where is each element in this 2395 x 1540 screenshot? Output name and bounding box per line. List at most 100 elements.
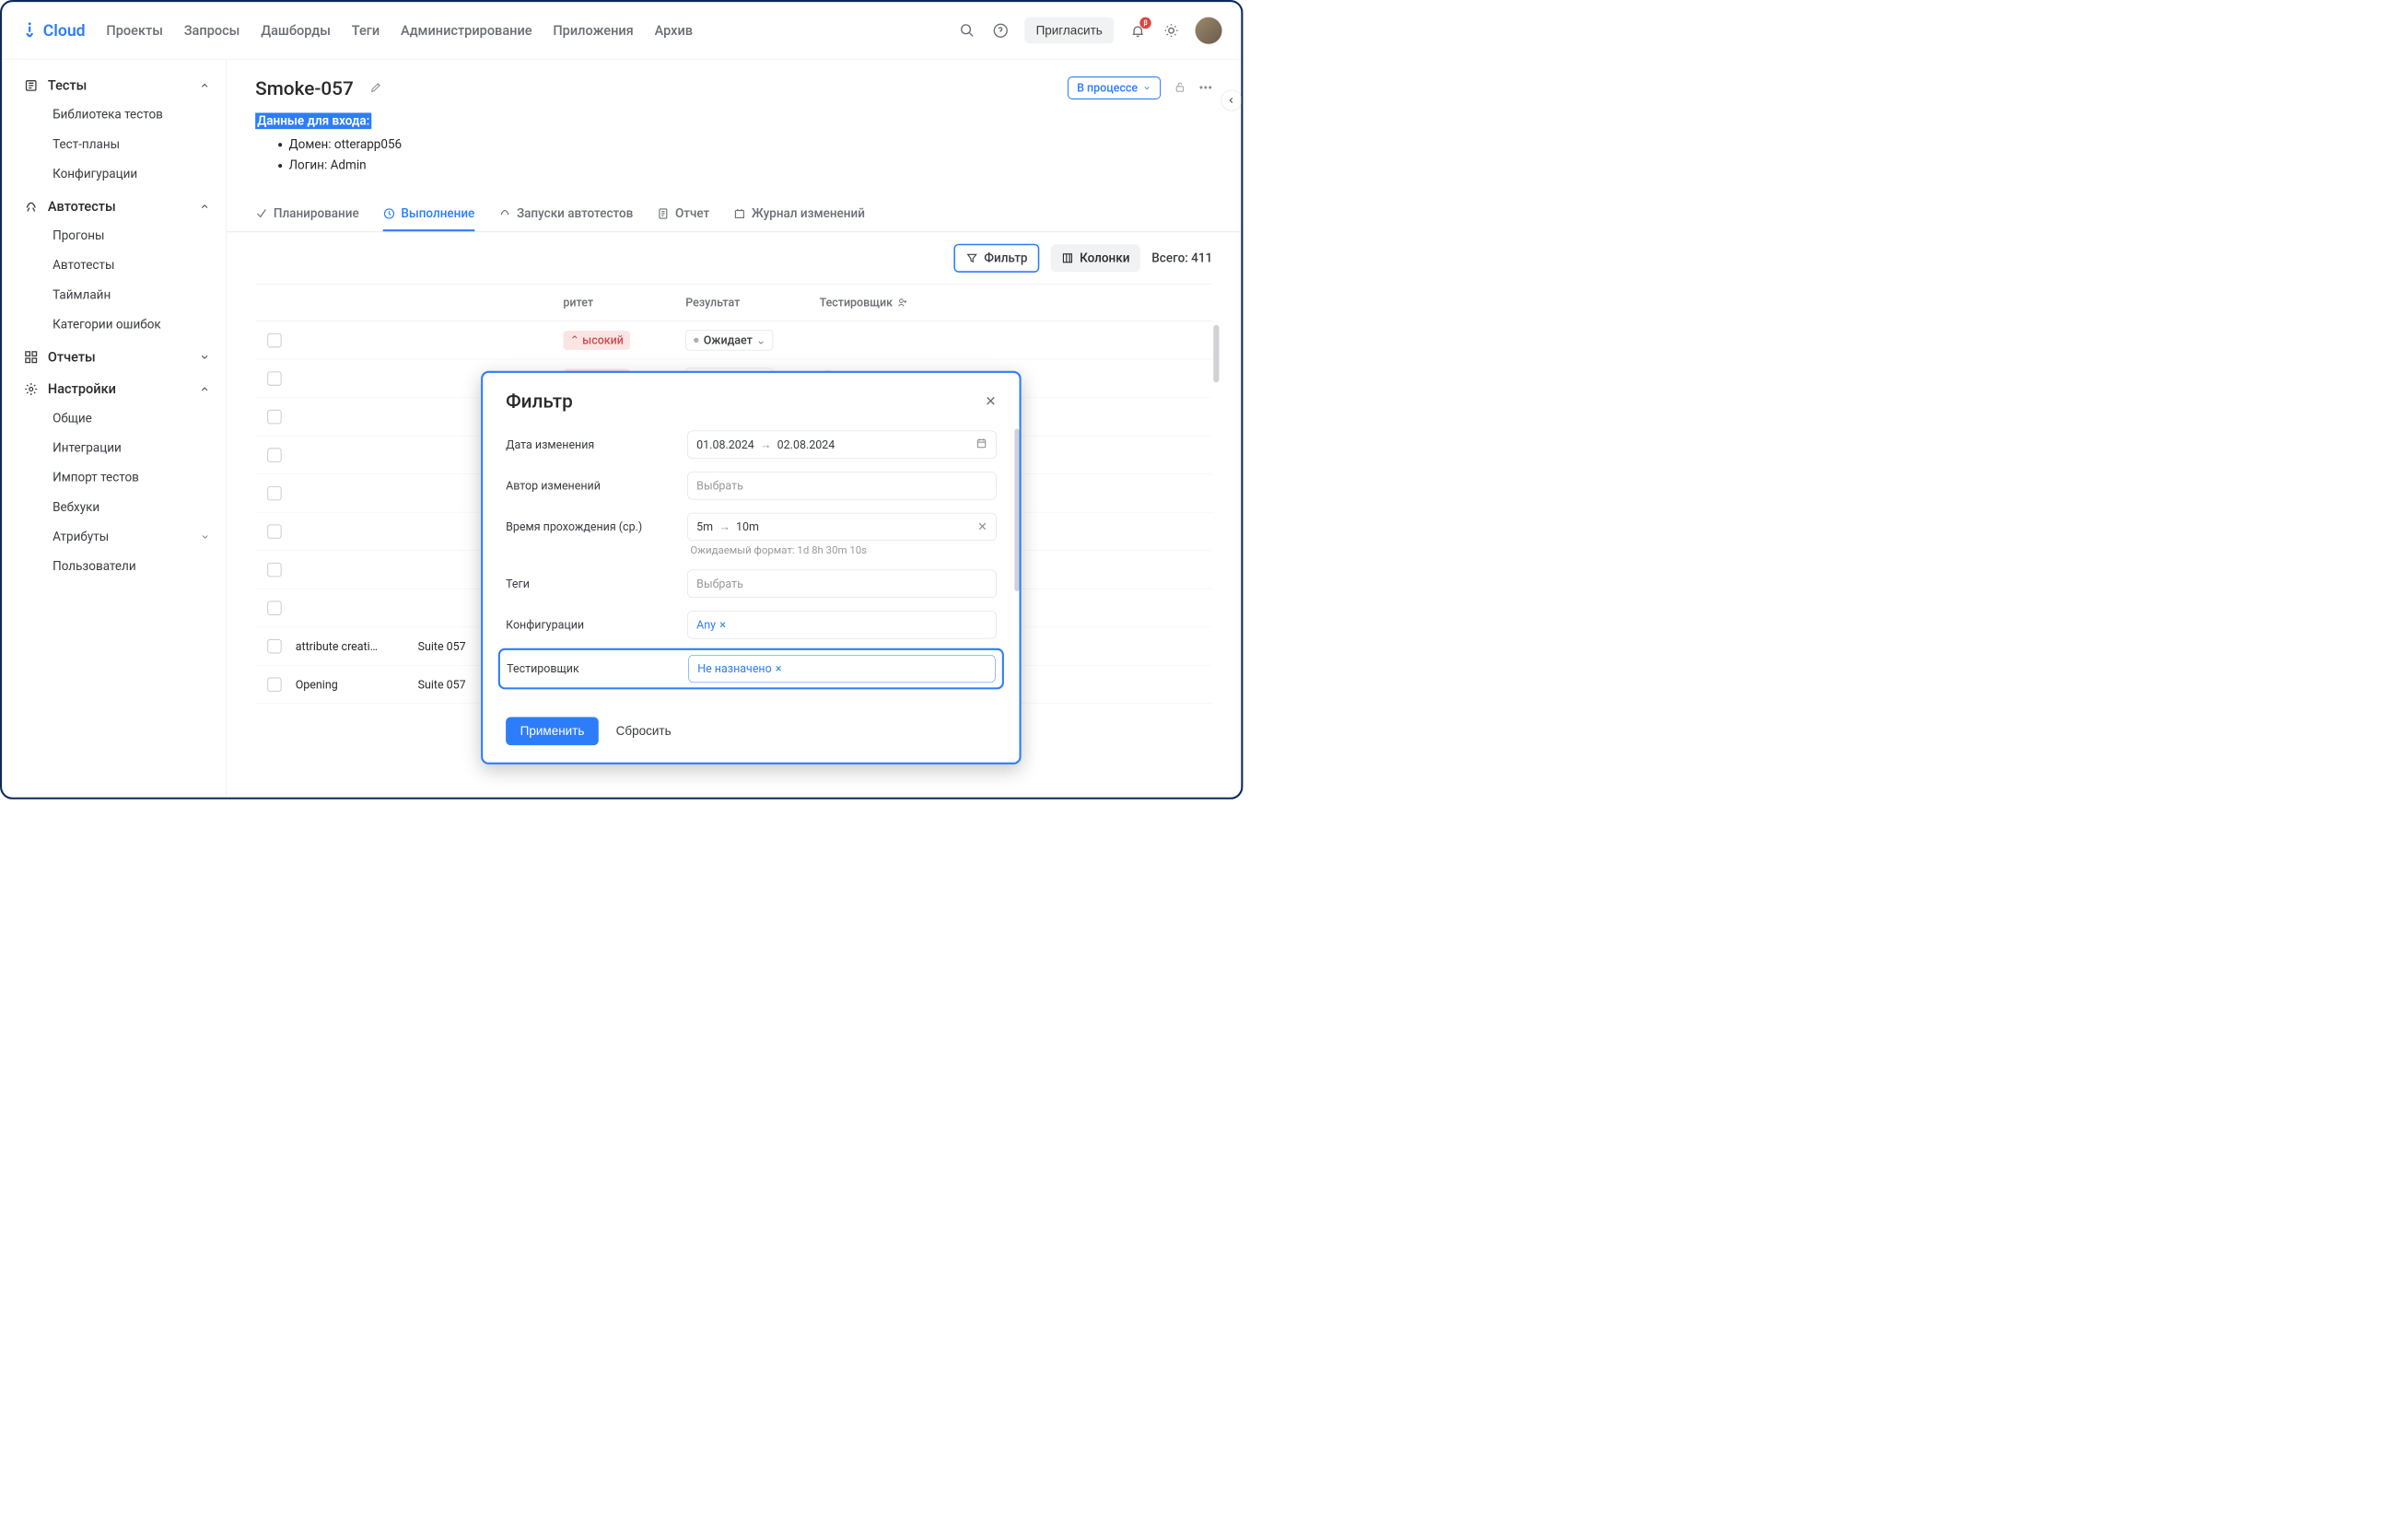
row-checkbox[interactable] [267, 563, 282, 578]
toolbar: Фильтр Колонки Всего: 411 [227, 232, 1241, 284]
sidebar-tests[interactable]: Тесты [19, 71, 215, 100]
filter-button[interactable]: Фильтр [954, 244, 1040, 273]
filter-time-hint: Ожидаемый формат: 1d 8h 30m 10s [687, 544, 867, 556]
user-avatar[interactable] [1196, 17, 1222, 43]
col-tester[interactable]: Тестировщик [820, 296, 1213, 309]
tab-autotest-runs[interactable]: Запуски автотестов [498, 198, 633, 231]
table-row[interactable]: ⌃ ысокий ● Ожидает ⌄ [255, 321, 1212, 360]
table-header: ритет Результат Тестировщик [255, 284, 1212, 321]
priority-chip: ⌃ ысокий [563, 331, 630, 350]
nav-apps[interactable]: Приложения [553, 22, 633, 38]
topbar-right: Пригласить β [957, 17, 1221, 43]
row-checkbox[interactable] [267, 410, 282, 425]
nav-archive[interactable]: Архив [655, 22, 693, 38]
filter-date-label: Дата изменения [506, 438, 687, 451]
theme-icon[interactable] [1162, 21, 1181, 41]
beta-badge: β [1139, 17, 1151, 28]
row-checkbox[interactable] [267, 448, 282, 462]
app-logo[interactable]: Cloud [21, 21, 86, 41]
filter-tester-label: Тестировщик [507, 662, 688, 676]
row-checkbox[interactable] [267, 371, 282, 386]
sidebar-integrations[interactable]: Интеграции [48, 433, 215, 462]
result-dropdown[interactable]: ● Ожидает ⌄ [685, 330, 773, 350]
invite-button[interactable]: Пригласить [1024, 18, 1114, 44]
filter-date-range[interactable]: 01.08.2024 → 02.08.2024 [687, 431, 996, 459]
filter-author-select[interactable]: Выбрать [687, 472, 996, 499]
filter-tester-select[interactable]: Не назначено × [688, 655, 995, 682]
table-scrollbar[interactable] [1213, 325, 1219, 382]
modal-scrollbar[interactable] [1014, 429, 1019, 591]
filter-config-tag[interactable]: Any × [696, 618, 726, 632]
clear-icon[interactable]: ✕ [977, 520, 987, 534]
filter-tags-label: Теги [506, 577, 687, 590]
reset-button[interactable]: Сбросить [616, 724, 672, 739]
chevron-up-icon [199, 383, 209, 393]
row-checkbox[interactable] [267, 639, 282, 654]
tab-execution[interactable]: Выполнение [383, 198, 475, 231]
row-checkbox[interactable] [267, 486, 282, 501]
row-checkbox[interactable] [267, 524, 282, 539]
login-label: Данные для входа: [255, 112, 371, 129]
filter-config-label: Конфигурации [506, 618, 687, 632]
columns-button[interactable]: Колонки [1051, 244, 1140, 272]
add-user-icon [897, 298, 907, 308]
row-checkbox[interactable] [267, 677, 282, 692]
sidebar-error-categories[interactable]: Категории ошибок [48, 309, 215, 339]
sidebar-users[interactable]: Пользователи [48, 552, 215, 581]
filter-time-range[interactable]: 5m → 10m ✕ [687, 513, 996, 541]
chevron-down-icon [200, 532, 209, 542]
top-nav: Проекты Запросы Дашборды Теги Администри… [106, 22, 693, 38]
more-button[interactable]: ••• [1198, 80, 1212, 96]
filter-icon [966, 252, 978, 264]
help-icon[interactable] [991, 21, 1011, 41]
sidebar-autotests-sub[interactable]: Автотесты [48, 251, 215, 280]
sidebar-import-tests[interactable]: Импорт тестов [48, 462, 215, 492]
nav-dashboards[interactable]: Дашборды [261, 22, 331, 38]
nav-projects[interactable]: Проекты [106, 22, 162, 38]
col-priority[interactable]: ритет [561, 296, 685, 309]
tab-report[interactable]: Отчет [657, 198, 709, 231]
sidebar: Тесты Библиотека тестов Тест-планы Конфи… [2, 59, 227, 797]
col-result[interactable]: Результат [685, 296, 819, 309]
status-dropdown[interactable]: В процессе [1068, 76, 1161, 99]
tab-planning[interactable]: Планирование [255, 198, 359, 231]
nav-requests[interactable]: Запросы [184, 22, 240, 38]
sidebar-autotests[interactable]: Автотесты [19, 192, 215, 221]
login-user: Логин: Admin [288, 155, 1212, 176]
row-checkbox[interactable] [267, 332, 282, 347]
close-icon[interactable]: ✕ [985, 393, 996, 409]
sidebar-test-plans[interactable]: Тест-планы [48, 130, 215, 159]
filter-modal-title: Фильтр [506, 391, 573, 413]
filter-time-label: Время прохождения (ср.) [506, 520, 687, 534]
lock-icon[interactable] [1173, 80, 1186, 96]
notifications-icon[interactable]: β [1128, 21, 1148, 41]
filter-tags-select[interactable]: Выбрать [687, 570, 996, 598]
filter-config-select[interactable]: Any × [687, 611, 996, 638]
row-checkbox[interactable] [267, 601, 282, 615]
sidebar-general[interactable]: Общие [48, 403, 215, 433]
sidebar-reports[interactable]: Отчеты [19, 343, 215, 372]
sidebar-webhooks[interactable]: Вебхуки [48, 493, 215, 522]
sidebar-test-library[interactable]: Библиотека тестов [48, 99, 215, 129]
main-panel: Smoke-057 В процессе ••• Данные для вход… [227, 59, 1241, 797]
columns-icon [1061, 252, 1073, 264]
nav-admin[interactable]: Администрирование [401, 22, 532, 38]
edit-icon[interactable] [369, 80, 383, 96]
login-domain: Домен: otterapp056 [288, 134, 1212, 155]
search-icon[interactable] [957, 21, 976, 41]
apply-button[interactable]: Применить [506, 718, 599, 746]
collapse-panel-button[interactable] [1221, 90, 1242, 111]
filter-modal: Фильтр ✕ Дата изменения 01.08.2024 → 02.… [481, 371, 1021, 764]
sidebar-runs[interactable]: Прогоны [48, 221, 215, 251]
login-info-block: Данные для входа: Домен: otterapp056 Лог… [227, 99, 1241, 193]
chevron-down-icon [199, 352, 209, 362]
sidebar-timeline[interactable]: Таймлайн [48, 280, 215, 309]
page-title: Smoke-057 [255, 76, 354, 99]
sidebar-configurations[interactable]: Конфигурации [48, 159, 215, 189]
sidebar-settings[interactable]: Настройки [19, 374, 215, 403]
filter-tester-tag[interactable]: Не назначено × [697, 662, 781, 676]
nav-tags[interactable]: Теги [352, 22, 380, 38]
calendar-icon[interactable] [976, 438, 987, 452]
tab-changelog[interactable]: Журнал изменений [733, 198, 865, 231]
sidebar-attributes[interactable]: Атрибуты [48, 522, 215, 552]
